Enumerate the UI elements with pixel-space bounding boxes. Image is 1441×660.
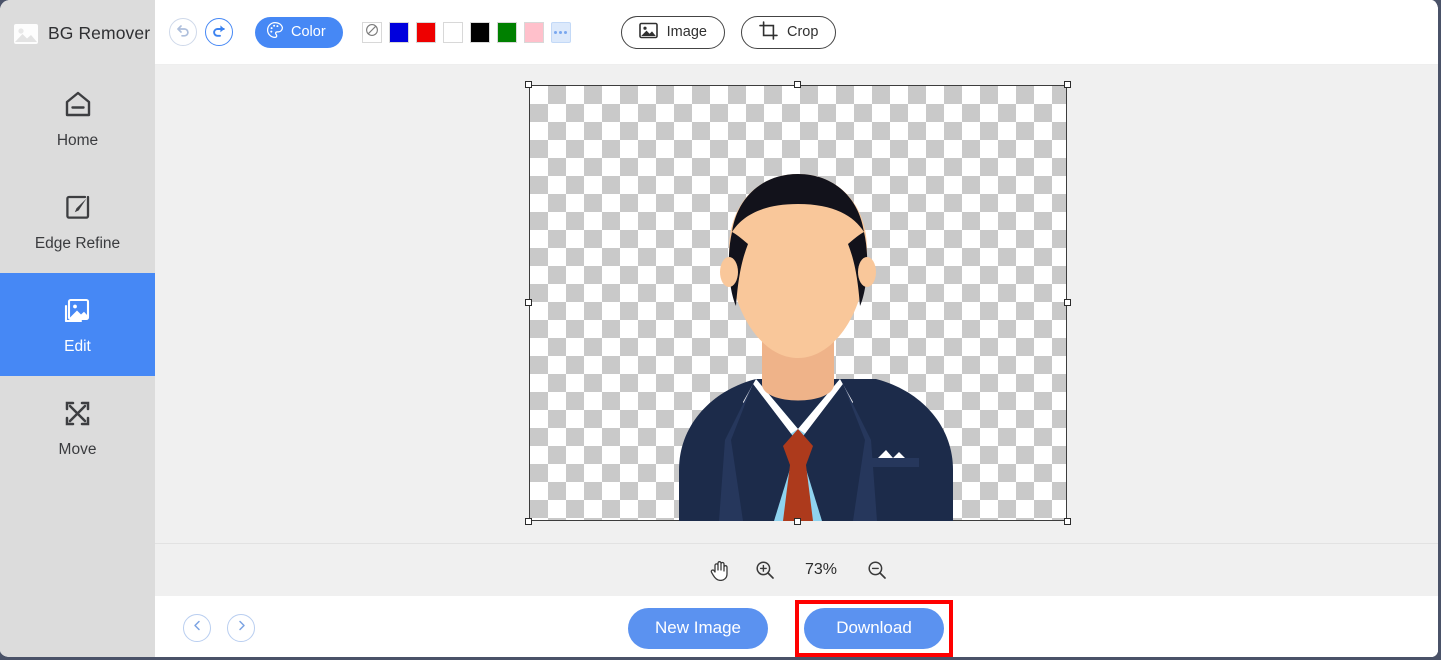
pager <box>183 614 255 642</box>
swatch-green[interactable] <box>497 22 517 43</box>
image-button-label: Image <box>667 24 707 40</box>
image-button[interactable]: Image <box>621 16 725 49</box>
resize-handle-middle-right[interactable] <box>1064 299 1071 306</box>
swatch-red[interactable] <box>416 22 436 43</box>
download-highlight: Download <box>795 600 953 657</box>
main-panel: Color <box>155 0 1441 660</box>
next-button[interactable] <box>227 614 255 642</box>
crop-icon <box>759 21 778 44</box>
sidebar-item-edge-refine[interactable]: Edge Refine <box>0 170 155 273</box>
swatch-blue[interactable] <box>389 22 409 43</box>
image-edit-icon <box>61 293 95 327</box>
image-landscape-icon <box>12 21 39 46</box>
zoom-in-icon[interactable] <box>755 560 775 580</box>
app-window: BG Remover Home Edge Refine <box>0 0 1441 660</box>
crop-button[interactable]: Crop <box>741 16 836 49</box>
home-icon <box>61 87 95 121</box>
businessman-avatar <box>633 140 963 521</box>
picture-icon <box>639 22 658 43</box>
zoom-out-icon[interactable] <box>867 560 887 580</box>
footer-bar: New Image Download <box>155 596 1441 660</box>
resize-handle-middle-left[interactable] <box>525 299 532 306</box>
color-swatch-list <box>362 22 571 43</box>
sidebar: BG Remover Home Edge Refine <box>0 0 155 660</box>
new-image-button[interactable]: New Image <box>628 608 768 649</box>
app-brand: BG Remover <box>0 0 155 67</box>
swatch-pink[interactable] <box>524 22 544 43</box>
image-selection[interactable] <box>529 85 1067 521</box>
chevron-left-icon <box>191 619 204 637</box>
swatch-transparent[interactable] <box>362 22 382 43</box>
swatch-more-colors[interactable] <box>551 22 571 43</box>
swatch-white[interactable] <box>443 22 463 43</box>
redo-arrow-icon <box>211 22 227 43</box>
more-dots-icon <box>554 31 567 34</box>
redo-button[interactable] <box>205 18 233 46</box>
footer-actions: New Image Download <box>628 600 953 657</box>
sidebar-item-move[interactable]: Move <box>0 376 155 479</box>
move-arrows-icon <box>61 396 95 430</box>
sidebar-item-label: Edge Refine <box>35 235 120 253</box>
sidebar-item-home[interactable]: Home <box>0 67 155 170</box>
sidebar-item-label: Edit <box>64 338 91 356</box>
app-title: BG Remover <box>48 23 150 44</box>
resize-handle-top-right[interactable] <box>1064 81 1071 88</box>
undo-arrow-icon <box>175 22 191 43</box>
crop-button-label: Crop <box>787 24 818 40</box>
download-button[interactable]: Download <box>804 608 944 649</box>
color-button-label: Color <box>291 24 326 40</box>
hand-pan-icon[interactable] <box>709 559 730 581</box>
resize-handle-bottom-right[interactable] <box>1064 518 1071 525</box>
previous-button[interactable] <box>183 614 211 642</box>
swatch-black[interactable] <box>470 22 490 43</box>
sidebar-item-label: Move <box>59 441 97 459</box>
zoom-level-label: 73% <box>800 561 842 579</box>
color-button[interactable]: Color <box>255 17 343 48</box>
resize-handle-bottom-center[interactable] <box>794 518 801 525</box>
editor-toolbar: Color <box>155 0 1441 65</box>
palette-icon <box>266 21 284 43</box>
resize-handle-bottom-left[interactable] <box>525 518 532 525</box>
sidebar-item-edit[interactable]: Edit <box>0 273 155 376</box>
resize-handle-top-left[interactable] <box>525 81 532 88</box>
sidebar-item-label: Home <box>57 132 98 150</box>
undo-button[interactable] <box>169 18 197 46</box>
no-color-icon <box>365 23 379 42</box>
brush-square-icon <box>61 190 95 224</box>
zoom-toolbar: 73% <box>155 543 1441 596</box>
chevron-right-icon <box>235 619 248 637</box>
canvas-area[interactable] <box>155 65 1441 543</box>
resize-handle-top-center[interactable] <box>794 81 801 88</box>
